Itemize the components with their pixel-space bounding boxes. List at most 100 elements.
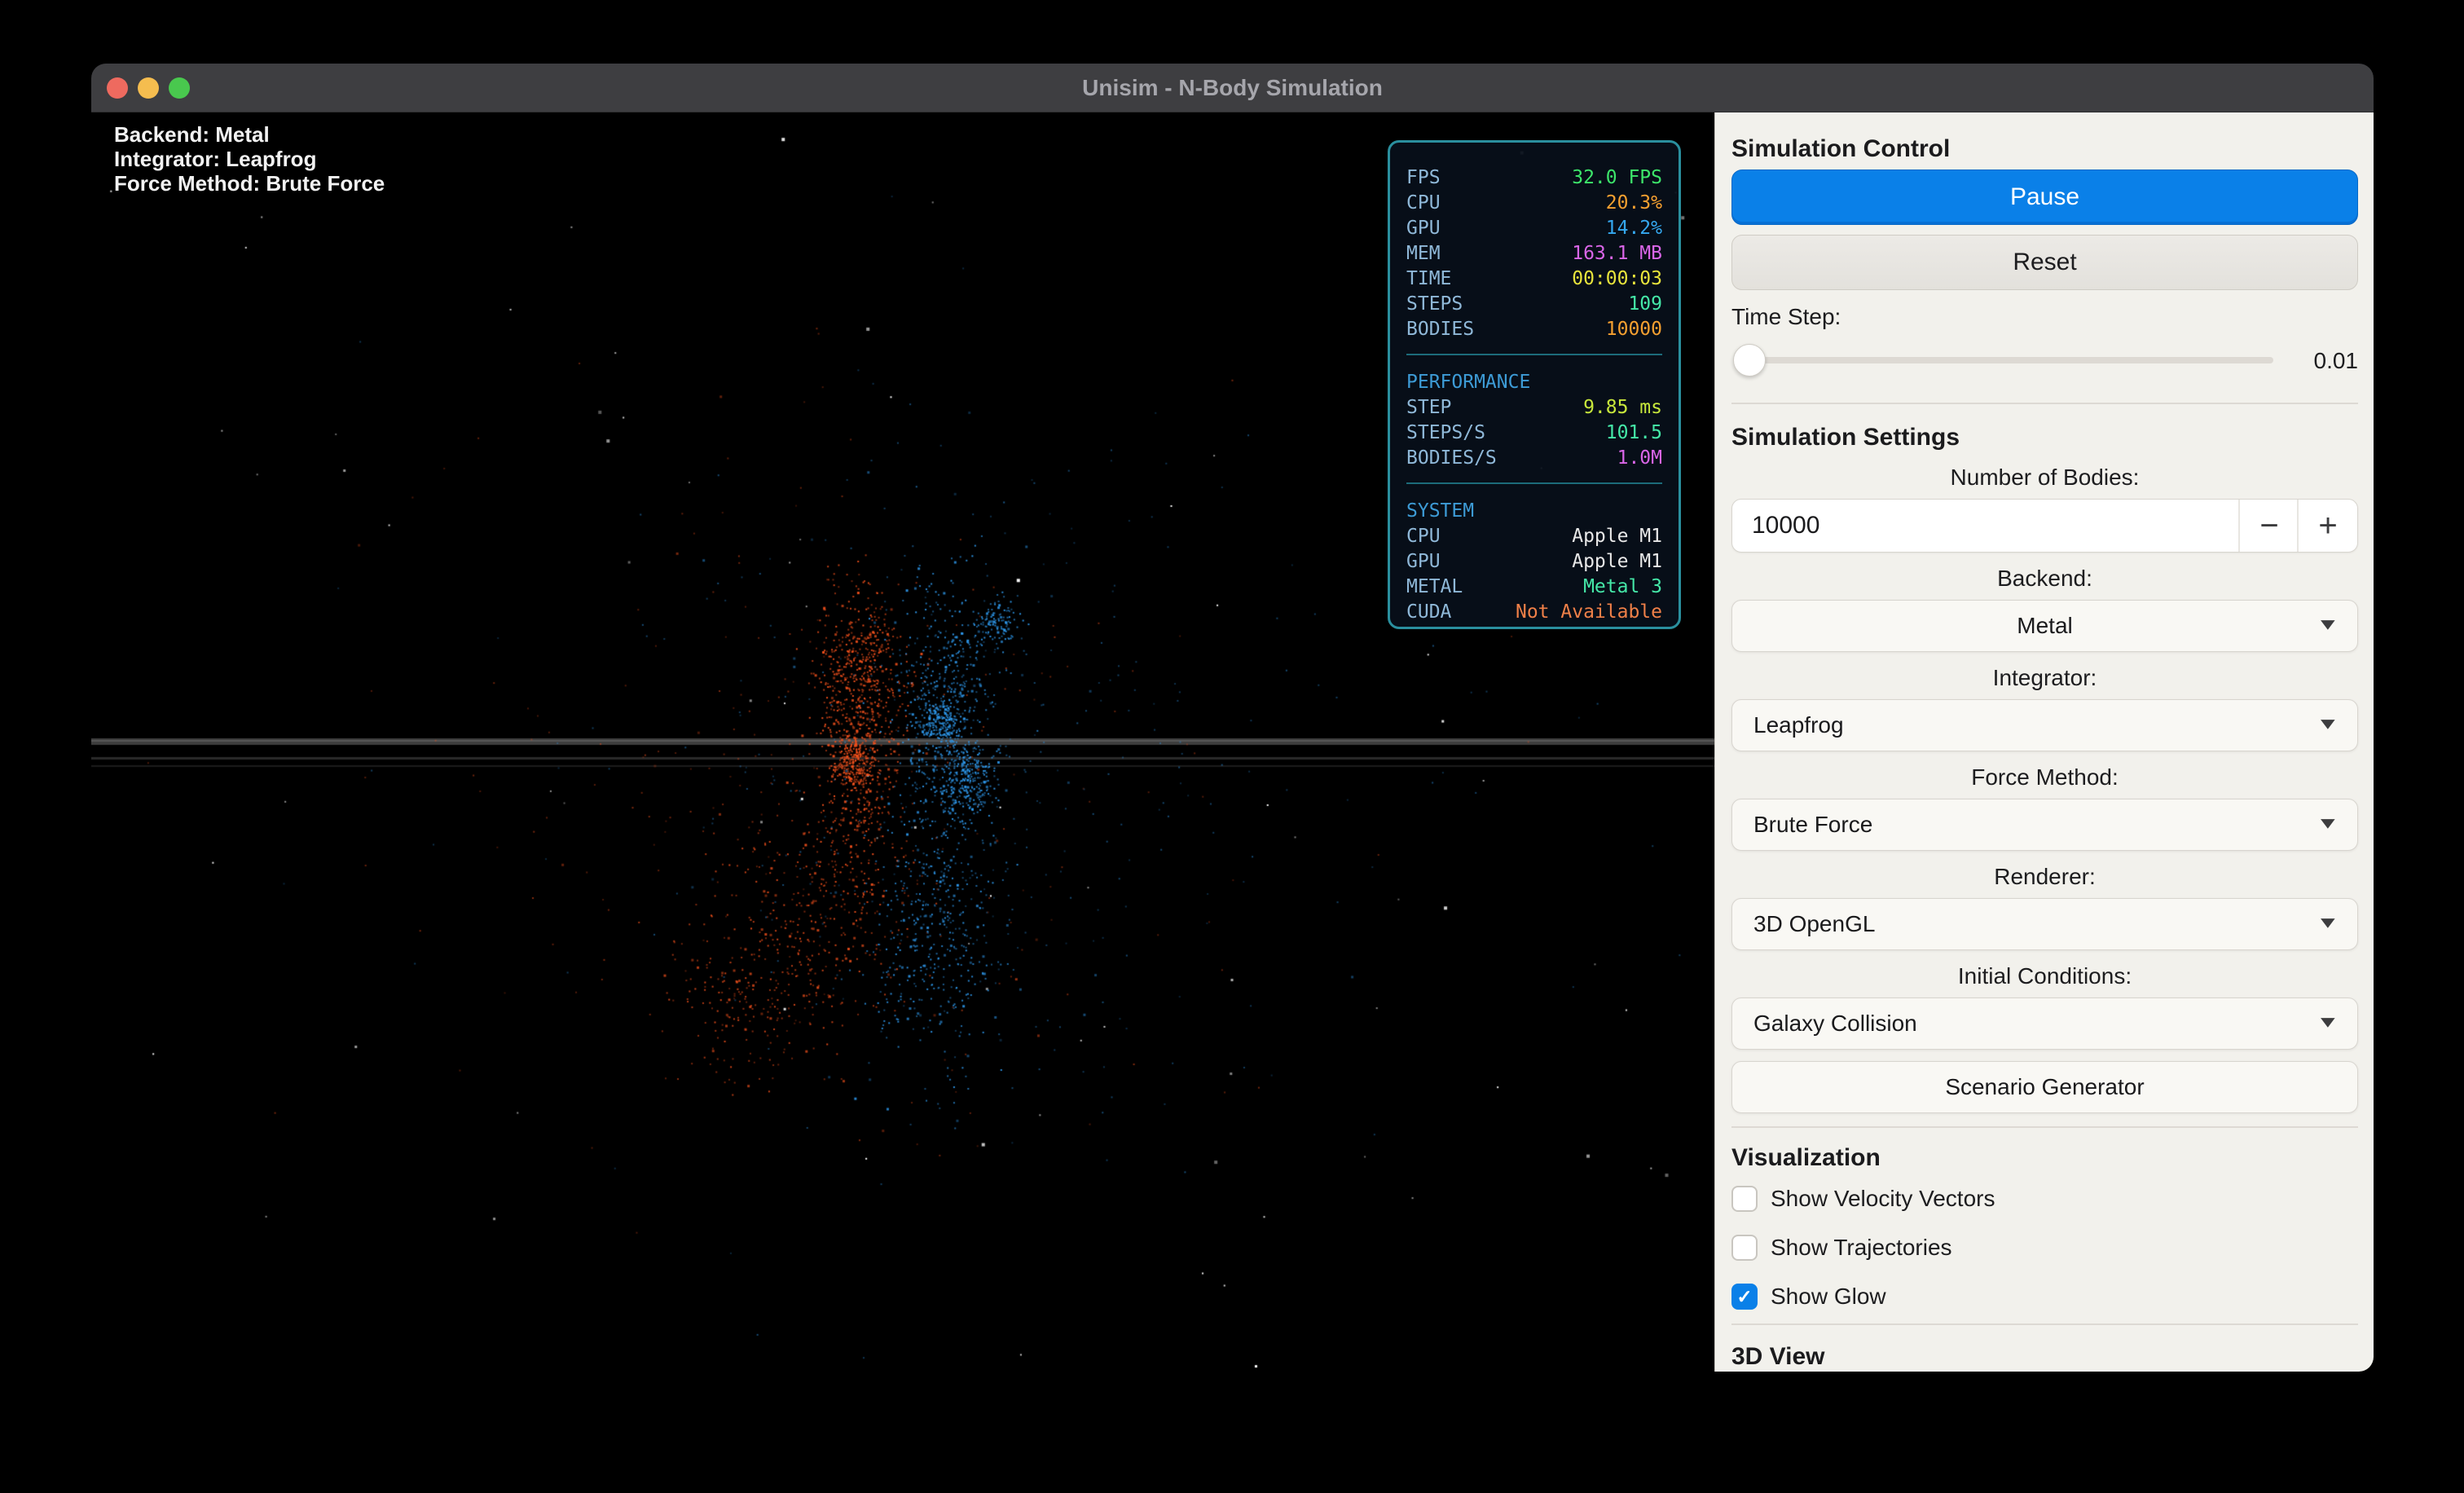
integrator-value: Leapfrog [1732,712,2357,738]
hud-stat-row: METAL Metal 3 [1406,575,1662,600]
hud-stat-label: BODIES/S [1406,446,1497,471]
stats-hud: FPS 32.0 FPS CPU 20.3% GPU 14.2%MEM163.1 MBTI… [1388,140,1681,629]
simulation-settings-heading: Simulation Settings [1731,424,2358,451]
hud-stat-row: BODIES 10000 [1406,317,1662,342]
hud-stat-label: MEM [1406,241,1441,266]
pause-button[interactable]: Pause [1731,170,2358,225]
stepper-separator [2238,500,2240,552]
time-step-slider[interactable]: 0.01 [1731,337,2358,383]
hud-stat-row: GPU Apple M1 [1406,549,1662,575]
time-step-label: Time Step: [1731,305,2358,329]
titlebar[interactable]: Unisim - N-Body Simulation [91,64,2374,112]
hud-stat-label: GPU [1406,549,1441,575]
hud-stat-value: 32.0 FPS [1572,165,1662,191]
divider [1731,403,2358,404]
hud-stat-row: STEP 9.85 ms [1406,395,1662,421]
hud-stat-value: 9.85 ms [1583,395,1662,421]
hud-stat-value: Metal 3 [1583,575,1662,600]
hud-stat-row: FPS 32.0 FPS [1406,165,1662,191]
hud-stat-row: CPU 20.3% [1406,191,1662,216]
hud-section-header: PERFORMANCE [1406,370,1662,395]
backend-label: Backend: [1731,567,2358,590]
control-panel: Simulation Control Pause Reset Time Step… [1714,112,2374,1372]
show-glow-label[interactable]: Show Glow [1771,1284,1886,1310]
divider [1731,1323,2358,1325]
hud-stat-label: GPU [1406,216,1441,241]
hud-stat-row: CUDA Not Available [1406,600,1662,625]
hud-stat-value: 109 [1628,292,1662,317]
hud-stat-label: FPS [1406,165,1441,191]
show-trajectories-label[interactable]: Show Trajectories [1771,1235,1952,1261]
hud-stat-row: TIME 00:00:03 [1406,266,1662,292]
initial-conditions-value: Galaxy Collision [1732,1011,2357,1037]
window-title: Unisim - N-Body Simulation [91,64,2374,112]
reset-button[interactable]: Reset [1731,235,2358,290]
show-velocity-vectors-label[interactable]: Show Velocity Vectors [1771,1186,1995,1212]
backend-value: Metal [1732,613,2357,639]
num-bodies-label: Number of Bodies: [1731,466,2358,489]
visualization-heading: Visualization [1731,1144,2358,1172]
hud-stat-label: STEP [1406,395,1451,421]
hud-section-header: SYSTEM [1406,499,1662,524]
force-method-dropdown[interactable]: Brute Force▼ [1731,799,2358,851]
hud-stat-label: TIME [1406,266,1451,292]
dropdown-arrow-icon: ▼ [2316,616,2340,635]
decrement-button[interactable]: − [2242,500,2297,552]
hud-stat-value: 10000 [1606,317,1662,342]
overlay-integrator: Integrator: Leapfrog [114,147,385,171]
integrator-dropdown[interactable]: Leapfrog▼ [1731,699,2358,751]
hud-stat-row: GPU 14.2% [1406,216,1662,241]
hud-stat-label: METAL [1406,575,1463,600]
hud-stat-value: 20.3% [1606,191,1662,216]
initial-conditions-dropdown[interactable]: Galaxy Collision▼ [1731,998,2358,1050]
show-velocity-vectors-checkbox[interactable] [1731,1186,1758,1212]
dropdown-arrow-icon: ▼ [2316,716,2340,734]
hud-stat-value: Apple M1 [1572,549,1662,575]
3d-view-heading: 3D View [1731,1343,2358,1371]
num-bodies-field: − + [1731,499,2358,553]
simulation-control-heading: Simulation Control [1731,135,2358,163]
hud-stat-value: Not Available [1516,600,1662,625]
show-trajectories-row: Show Trajectories [1731,1234,2358,1262]
stepper-separator [2297,500,2299,552]
hud-stat-value: Apple M1 [1572,524,1662,549]
dropdown-arrow-icon: ▼ [2316,914,2340,933]
hud-stat-label: BODIES [1406,317,1474,342]
hud-stat-row: BODIES/S1.0M [1406,446,1662,471]
app-window: Unisim - N-Body Simulation Backend: Meta… [91,64,2374,1372]
dropdown-arrow-icon: ▼ [2316,815,2340,834]
force-method-value: Brute Force [1732,812,2357,838]
hud-stat-row: STEPS/S101.5 [1406,421,1662,446]
hud-stat-label: CPU [1406,191,1441,216]
time-step-value: 0.01 [2314,348,2359,374]
hud-stat-value: 00:00:03 [1572,266,1662,292]
show-trajectories-checkbox[interactable] [1731,1235,1758,1261]
hud-divider [1406,354,1662,355]
backend-dropdown[interactable]: Metal▼ [1731,600,2358,652]
increment-button[interactable]: + [2300,500,2356,552]
hud-stat-label: CUDA [1406,600,1451,625]
overlay-backend: Backend: Metal [114,122,385,147]
viewport-overlay: Backend: Metal Integrator: Leapfrog Forc… [114,122,385,196]
dropdown-arrow-icon: ▼ [2316,1014,2340,1033]
hud-stat-value: 101.5 [1606,421,1662,446]
renderer-label: Renderer: [1731,865,2358,888]
slider-track[interactable] [1741,357,2273,363]
hud-divider [1406,482,1662,484]
show-velocity-vectors-row: Show Velocity Vectors [1731,1185,2358,1213]
hud-stat-value: 14.2% [1606,216,1662,241]
integrator-label: Integrator: [1731,667,2358,689]
divider [1731,1126,2358,1128]
show-glow-row: ✓ Show Glow [1731,1283,2358,1310]
hud-stat-label: STEPS [1406,292,1463,317]
show-glow-checkbox[interactable]: ✓ [1731,1284,1758,1310]
force-method-label: Force Method: [1731,766,2358,789]
renderer-dropdown[interactable]: 3D OpenGL▼ [1731,898,2358,950]
overlay-force-method: Force Method: Brute Force [114,171,385,196]
slider-thumb[interactable] [1733,344,1766,377]
hud-stat-row: MEM163.1 MB [1406,241,1662,266]
hud-stat-row: CPUApple M1 [1406,524,1662,549]
initial-conditions-label: Initial Conditions: [1731,965,2358,988]
renderer-value: 3D OpenGL [1732,911,2357,937]
scenario-generator-button[interactable]: Scenario Generator [1731,1061,2358,1113]
